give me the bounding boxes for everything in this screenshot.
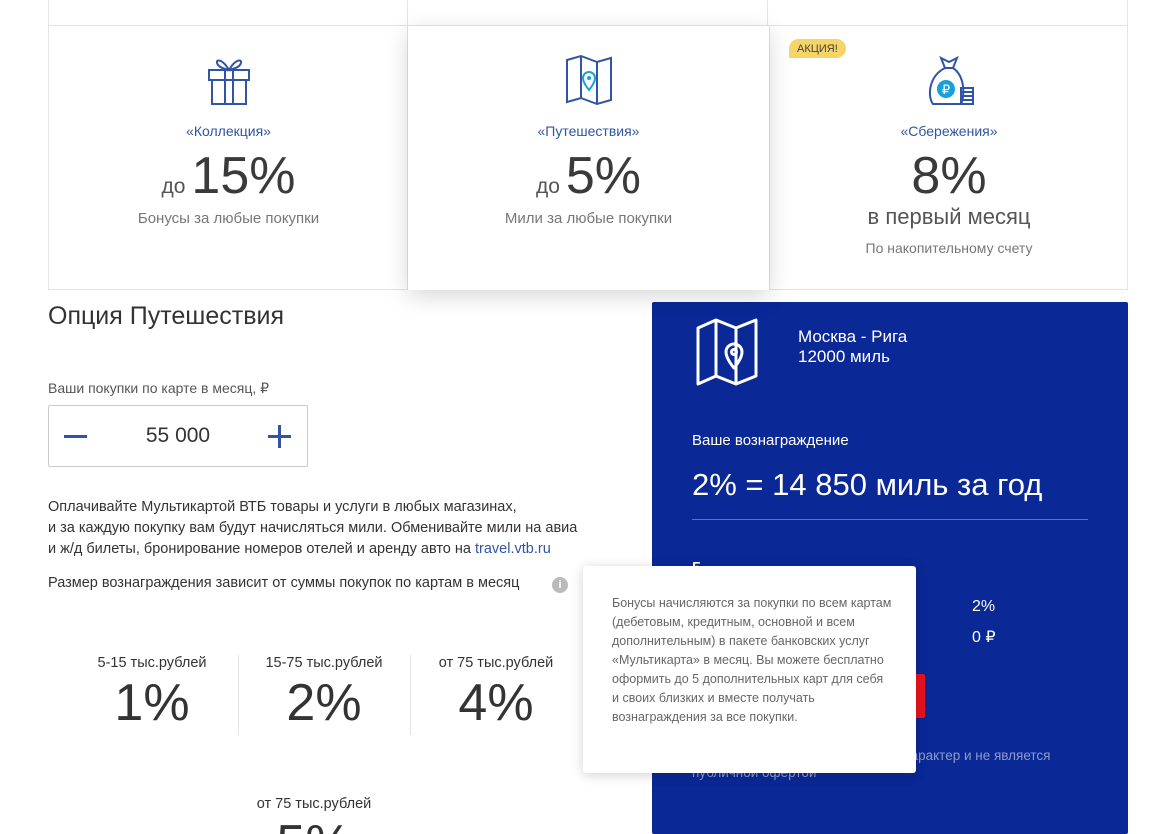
reward-depends-text: Размер вознаграждения зависит от суммы п… [48,575,520,591]
reward-label: Ваше вознаграждение [692,432,849,449]
map-icon [696,318,758,386]
card-name: «Коллекция» [186,123,271,139]
money-bag-icon: ₽ [928,55,974,105]
increase-button[interactable] [253,406,307,466]
decrease-button[interactable] [49,406,103,466]
svg-text:₽: ₽ [942,82,950,97]
info-tooltip: Бонусы начисляются за покупки по всем ка… [583,566,916,773]
card-savings[interactable]: ₽ «Сбережения» 8% в первый месяц По нако… [769,26,1128,289]
amount-input[interactable]: 55 000 [103,424,253,448]
card-travel[interactable]: «Путешествия» до 5% Мили за любые покупки [408,26,769,290]
info-icon[interactable]: i [552,577,568,593]
map-icon [565,54,612,106]
card-subtitle: Бонусы за любые покупки [137,210,320,227]
card-options: «Коллекция» до 15% Бонусы за любые покупк… [48,26,1128,290]
page-title: Опция Путешествия [48,302,284,330]
rate-value: 2% [972,598,996,615]
gift-icon [207,59,250,105]
tier-item: от 75 тыс.рублей 5% [256,796,372,834]
travel-link[interactable]: travel.vtb.ru [475,541,551,557]
option-description: Оплачивайте Мультикартой ВТБ товары и ус… [48,499,578,557]
route-info: Москва - Рига 12000 миль [798,327,908,366]
tier-item: от 75 тыс.рублей 4% [410,655,582,735]
reward-tiers: 5-15 тыс.рублей 1% 15-75 тыс.рублей 2% о… [66,655,586,735]
purchase-label: Ваши покупки по карте в месяц, ₽ [48,380,270,396]
tier-item: 15-75 тыс.рублей 2% [238,655,410,735]
card-value: до 5% [535,147,642,205]
card-collection[interactable]: «Коллекция» до 15% Бонусы за любые покупк… [49,26,408,289]
panel-divider [692,519,1088,520]
top-row-cells [48,0,1128,26]
card-note: По накопительному счету [865,240,1033,256]
reward-value: 2% = 14 850 миль за год [692,467,1043,502]
card-subtitle: Мили за любые покупки [504,210,673,227]
promo-badge: АКЦИЯ! [789,39,846,58]
card-name: «Путешествия» [537,123,640,139]
card-value: до 15% [161,147,296,205]
amount-stepper: 55 000 [48,405,308,467]
card-subtitle: в первый месяц [867,204,1031,229]
tooltip-text: Бонусы начисляются за покупки по всем ка… [612,596,892,724]
card-value: 8% [911,147,987,205]
fee-value: 0 ₽ [972,629,996,646]
tier-item: 5-15 тыс.рублей 1% [97,655,207,732]
card-name: «Сбережения» [900,123,998,139]
